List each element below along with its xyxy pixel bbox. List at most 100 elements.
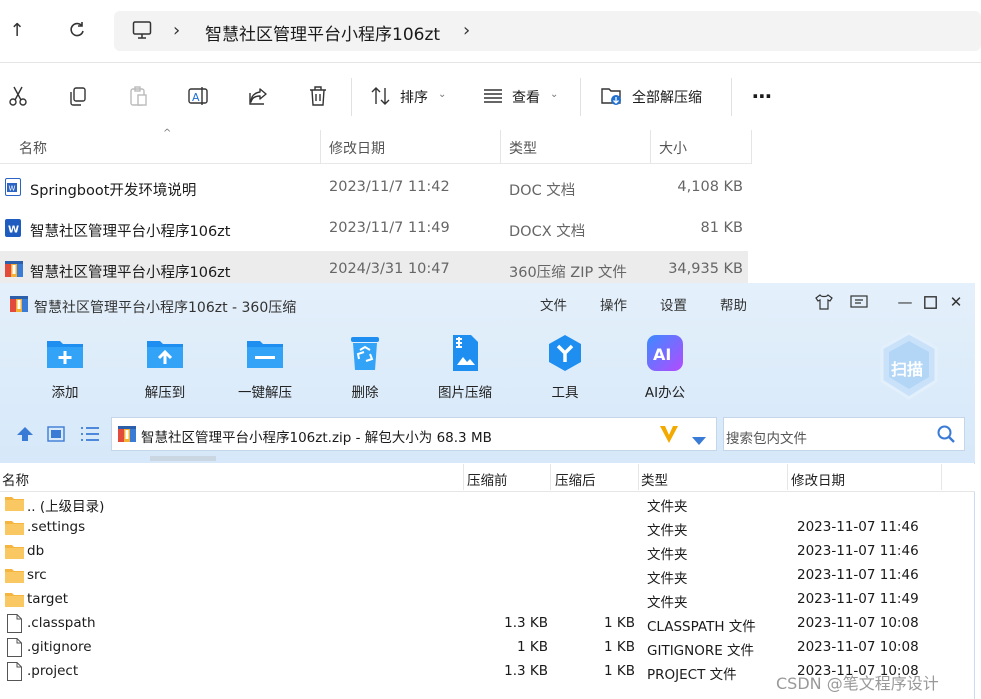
maximize-icon[interactable] xyxy=(920,292,940,312)
col-after-size[interactable]: 压缩后 xyxy=(555,469,596,489)
chevron-right-icon: › xyxy=(173,20,181,41)
row-before-size: 1 KB xyxy=(517,639,548,655)
divider xyxy=(650,130,651,164)
share-icon[interactable] xyxy=(246,84,270,108)
svg-text:A: A xyxy=(192,91,200,104)
copy-icon[interactable] xyxy=(66,84,90,108)
file-icon xyxy=(7,638,22,661)
row-type: 文件夹 xyxy=(647,499,688,515)
row-type: PROJECT 文件 xyxy=(647,667,737,683)
view-icon[interactable] xyxy=(481,84,505,108)
divider xyxy=(550,464,551,490)
row-modified: 2023-11-07 10:08 xyxy=(797,639,919,655)
col-type[interactable]: 类型 xyxy=(641,469,668,489)
extract-to-icon[interactable] xyxy=(145,333,185,373)
sort-icon[interactable] xyxy=(369,84,393,108)
row-name: .settings xyxy=(27,519,86,535)
refresh-icon[interactable] xyxy=(66,19,88,41)
monitor-icon xyxy=(132,20,152,40)
divider xyxy=(320,130,321,164)
app-logo-icon xyxy=(10,295,28,313)
add-button[interactable]: 添加 xyxy=(20,381,110,401)
breadcrumb-folder[interactable]: 智慧社区管理平台小程序106zt xyxy=(205,20,440,45)
row-type: 文件夹 xyxy=(647,523,688,539)
divider xyxy=(580,78,581,116)
file-type: DOCX 文档 xyxy=(509,224,586,240)
dropdown-arrow-icon[interactable] xyxy=(692,430,706,445)
message-icon[interactable] xyxy=(849,292,869,312)
extract-all-icon[interactable] xyxy=(600,84,624,108)
ai-office-button[interactable]: AI办公 xyxy=(620,381,710,401)
delete-icon[interactable] xyxy=(306,84,330,108)
one-click-extract-icon[interactable] xyxy=(245,333,285,373)
file-modified: 2023/11/7 11:42 xyxy=(329,179,450,195)
scan-label[interactable]: 扫描 xyxy=(891,356,923,380)
ai-office-icon[interactable]: AI xyxy=(645,333,685,373)
divider xyxy=(463,464,464,490)
tools-button[interactable]: 工具 xyxy=(520,381,610,401)
recycle-bin-icon[interactable] xyxy=(345,333,385,373)
search-placeholder: 搜索包内文件 xyxy=(726,431,807,447)
row-type: 文件夹 xyxy=(647,571,688,587)
col-modified[interactable]: 修改日期 xyxy=(791,469,845,489)
one-click-extract-button[interactable]: 一键解压 xyxy=(220,381,310,401)
folder-icon xyxy=(5,544,24,563)
extract-to-button[interactable]: 解压到 xyxy=(120,381,210,401)
row-modified: 2023-11-07 11:46 xyxy=(797,543,919,559)
col-size[interactable]: 大小 xyxy=(659,138,687,158)
file-name: 智慧社区管理平台小程序106zt xyxy=(30,224,231,240)
chevron-right-icon[interactable]: › xyxy=(463,20,470,41)
row-name: db xyxy=(27,543,45,559)
row-name: .classpath xyxy=(27,615,96,631)
col-modified[interactable]: 修改日期 xyxy=(329,138,385,158)
up-arrow-icon[interactable]: ↑ xyxy=(6,19,28,41)
col-name[interactable]: 名称 xyxy=(2,469,29,489)
minimize-icon[interactable]: — xyxy=(895,292,915,312)
row-modified: 2023-11-07 11:49 xyxy=(797,591,919,607)
file-icon xyxy=(7,614,22,637)
close-icon[interactable]: ✕ xyxy=(946,292,966,312)
v-badge-icon[interactable] xyxy=(659,424,679,444)
cut-icon[interactable] xyxy=(6,84,30,108)
menu-file[interactable]: 文件 xyxy=(540,294,567,314)
row-name: .. (上级目录) xyxy=(27,499,105,515)
image-compress-icon[interactable] xyxy=(445,333,485,373)
row-modified: 2023-11-07 11:46 xyxy=(797,519,919,535)
row-modified: 2023-11-07 11:46 xyxy=(797,567,919,583)
divider xyxy=(751,130,752,164)
scroll-indicator xyxy=(150,456,216,461)
word-doc-icon: W xyxy=(5,178,21,196)
delete-button[interactable]: 删除 xyxy=(320,381,410,401)
col-name[interactable]: 名称 xyxy=(19,138,47,158)
folder-icon xyxy=(5,496,24,515)
image-compress-button[interactable]: 图片压缩 xyxy=(420,381,510,401)
extract-all-button[interactable]: 全部解压缩 xyxy=(632,87,702,107)
row-before-size: 1.3 KB xyxy=(504,615,548,631)
add-icon[interactable] xyxy=(45,333,85,373)
rename-icon[interactable]: A xyxy=(186,84,210,108)
view-button[interactable]: 查看 xyxy=(512,87,540,107)
menu-help[interactable]: 帮助 xyxy=(720,294,747,314)
up-level-icon[interactable] xyxy=(16,426,34,442)
folder-row[interactable] xyxy=(0,492,975,516)
skin-shirt-icon[interactable] xyxy=(814,292,834,312)
more-options-icon[interactable]: ⋯ xyxy=(750,84,774,108)
search-icon[interactable] xyxy=(936,424,956,444)
chevron-down-icon[interactable]: ⌄ xyxy=(438,89,446,100)
file-type: 360压缩 ZIP 文件 xyxy=(509,265,627,281)
list-view-icon[interactable] xyxy=(80,426,100,442)
col-type[interactable]: 类型 xyxy=(509,138,537,158)
menu-settings[interactable]: 设置 xyxy=(660,294,687,314)
col-before-size[interactable]: 压缩前 xyxy=(467,469,508,489)
menu-operate[interactable]: 操作 xyxy=(600,294,627,314)
chevron-down-icon[interactable]: ⌄ xyxy=(550,89,558,100)
sort-button[interactable]: 排序 xyxy=(400,87,428,107)
word-docx-icon: W xyxy=(5,219,21,237)
tools-icon[interactable] xyxy=(545,333,585,373)
row-name: .project xyxy=(27,663,79,679)
thumbnail-view-icon[interactable] xyxy=(47,426,65,442)
row-type: CLASSPATH 文件 xyxy=(647,619,756,635)
row-type: 文件夹 xyxy=(647,547,688,563)
sort-up-icon: ^ xyxy=(163,128,172,139)
divider xyxy=(638,464,639,490)
